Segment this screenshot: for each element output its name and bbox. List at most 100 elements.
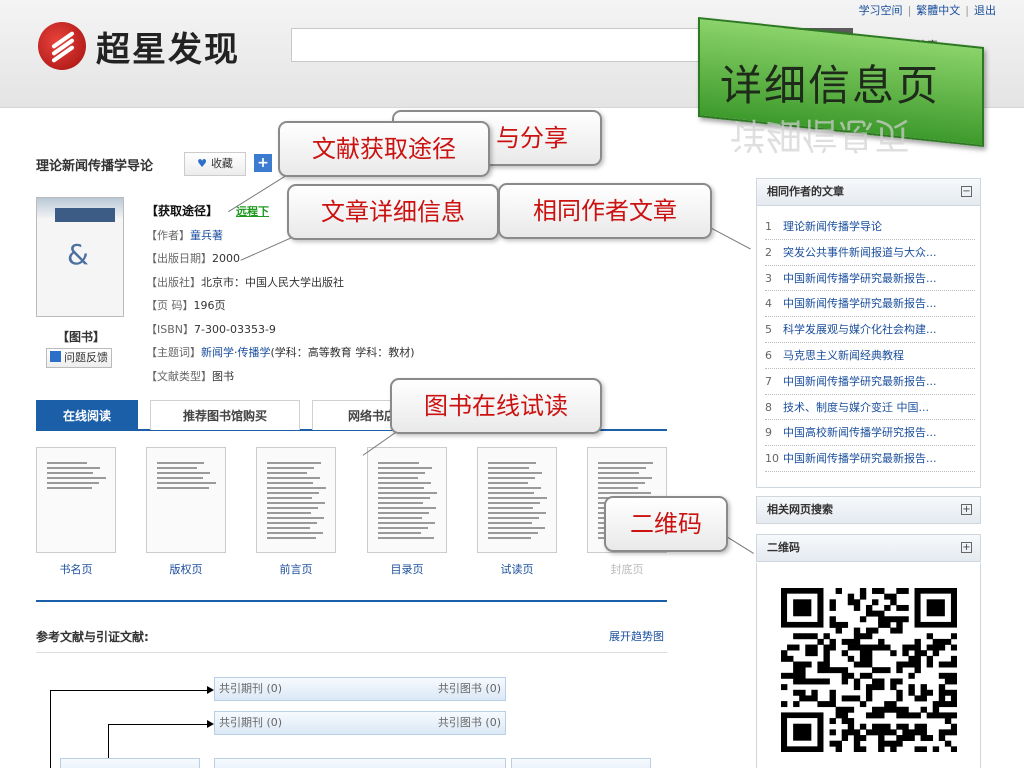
thumbnail-page[interactable]	[256, 447, 336, 553]
toplink-traditional-chinese[interactable]: 繁體中文	[916, 4, 960, 17]
book-title: 理论新闻传播学导论	[36, 159, 154, 174]
subject-link-journalism[interactable]: 新闻学	[201, 346, 234, 359]
item-number: 1	[765, 220, 772, 233]
acquire-label: 【获取途径】	[146, 204, 219, 218]
banner-title: 详细信息页	[720, 61, 941, 110]
thumbnail-label[interactable]: 书名页	[36, 561, 116, 577]
collapse-icon[interactable]: −	[961, 186, 972, 197]
item-number: 5	[765, 323, 772, 337]
article-link[interactable]: 科学发展观与媒介化社会构建...	[783, 323, 937, 336]
page-count: 196页	[193, 299, 226, 312]
callout-acquire-path: 文献获取途径	[278, 121, 490, 177]
article-link[interactable]: 马克思主义新闻经典教程	[783, 349, 904, 362]
book-cover[interactable]: &	[36, 197, 124, 317]
doc-type: 图书	[212, 369, 234, 383]
article-list: 1 理论新闻传播学导论 2 突发公共事件新闻报道与大众... 3 中国新闻传播学研究最新报…	[765, 214, 975, 472]
item-number: 9	[765, 426, 772, 440]
article-link[interactable]: 突发公共事件新闻报道与大众...	[783, 246, 937, 259]
callout-pointer	[724, 535, 754, 554]
qr-panel	[756, 563, 981, 768]
cite-box-partial[interactable]	[214, 758, 506, 768]
thumbnail-label[interactable]: 试读页	[477, 561, 557, 577]
thumbnail-label[interactable]: 前言页	[256, 561, 336, 577]
item-number: 2	[765, 245, 772, 259]
same-author-panel-header[interactable]: 相同作者的文章 −	[756, 178, 981, 206]
toplink-logout[interactable]: 退出	[974, 4, 996, 17]
edit-icon	[50, 351, 61, 362]
related-web-panel-header[interactable]: 相关网页搜索 +	[756, 496, 981, 524]
tree-line	[50, 690, 51, 768]
remote-download-link[interactable]: 远程下	[236, 205, 269, 218]
item-number: 4	[765, 297, 772, 311]
cite-row[interactable]: 共引期刊 (0) 共引图书 (0)	[214, 711, 506, 735]
toplink-study-space[interactable]: 学习空间	[859, 4, 903, 17]
arrow-icon	[207, 720, 214, 728]
list-item[interactable]: 5 科学发展观与媒介化社会构建...	[765, 317, 975, 343]
publish-date: 2000	[212, 252, 240, 265]
thumbnail-page[interactable]	[36, 447, 116, 553]
thumbnail-page[interactable]	[477, 447, 557, 553]
expand-icon[interactable]: +	[961, 542, 972, 553]
thumbnail-page[interactable]	[367, 447, 447, 553]
references-title: 参考文献与引证文献:	[36, 630, 149, 644]
tree-line	[50, 690, 208, 691]
list-item[interactable]: 1 理论新闻传播学导论	[765, 214, 975, 240]
item-number: 7	[765, 374, 772, 388]
list-item[interactable]: 7 中国新闻传播学研究最新报告...	[765, 369, 975, 395]
heart-icon: ♥	[197, 157, 207, 170]
article-link[interactable]: 中国高校新闻传播学研究报告...	[783, 426, 937, 439]
article-link[interactable]: 理论新闻传播学导论	[783, 220, 882, 233]
cite-box-partial[interactable]	[511, 758, 651, 768]
item-number: 8	[765, 400, 772, 414]
list-item[interactable]: 9 中国高校新闻传播学研究报告...	[765, 420, 975, 447]
list-item[interactable]: 8 技术、制度与媒介变迁 中国...	[765, 395, 975, 421]
author-link[interactable]: 童兵著	[190, 229, 223, 242]
expand-icon[interactable]: +	[961, 504, 972, 515]
logo-text[interactable]: 超星发现	[96, 22, 240, 71]
callout-online-read: 图书在线试读	[390, 378, 602, 434]
article-link[interactable]: 中国新闻传播学研究最新报告...	[783, 272, 937, 285]
qr-code-icon	[781, 588, 957, 752]
list-item[interactable]: 4 中国新闻传播学研究最新报告...	[765, 291, 975, 318]
references-underline	[36, 652, 667, 653]
favorite-button[interactable]: ♥ 收藏	[184, 152, 246, 176]
subject-link-communication[interactable]: 传播学	[238, 346, 271, 359]
list-item[interactable]: 6 马克思主义新闻经典教程	[765, 343, 975, 369]
item-number: 10	[765, 452, 779, 466]
section-divider	[36, 600, 667, 602]
list-item[interactable]: 2 突发公共事件新闻报道与大众...	[765, 240, 975, 266]
article-link[interactable]: 中国新闻传播学研究最新报告...	[783, 375, 937, 388]
article-link[interactable]: 中国新闻传播学研究最新报告...	[783, 297, 937, 310]
thumbnail-label[interactable]: 版权页	[146, 561, 226, 577]
list-item[interactable]: 10 中国新闻传播学研究最新报告...	[765, 446, 975, 472]
callout-same-author: 相同作者文章	[498, 183, 712, 239]
publisher: 北京市：中国人民大学出版社	[201, 275, 344, 289]
same-author-panel: 1 理论新闻传播学导论 2 突发公共事件新闻报道与大众... 3 中国新闻传播学研究最新报…	[756, 206, 981, 488]
cite-row[interactable]: 共引期刊 (0) 共引图书 (0)	[214, 677, 506, 701]
item-number: 6	[765, 348, 772, 362]
thumbnail-label[interactable]: 目录页	[367, 561, 447, 577]
list-item[interactable]: 3 中国新闻传播学研究最新报告...	[765, 266, 975, 292]
logo-icon[interactable]	[38, 22, 86, 70]
book-type-label: 【图书】	[57, 330, 106, 344]
cite-box-partial[interactable]	[60, 758, 200, 768]
thumbnail-label[interactable]: 封底页	[587, 561, 667, 577]
article-link[interactable]: 中国新闻传播学研究最新报告...	[783, 452, 937, 465]
callout-article-detail: 文章详细信息	[287, 184, 499, 240]
feedback-button[interactable]: 问题反馈	[46, 348, 112, 368]
callout-qr-code: 二维码	[604, 496, 728, 552]
arrow-icon	[207, 686, 214, 694]
isbn: 7-300-03353-9	[194, 322, 276, 336]
banner-title-reflection: 详细信息页	[730, 114, 911, 155]
item-number: 3	[765, 271, 772, 285]
article-link[interactable]: 技术、制度与媒介变迁 中国...	[783, 401, 929, 414]
tab-recommend-library[interactable]: 推荐图书馆购买	[150, 400, 300, 430]
thumbnail-page[interactable]	[146, 447, 226, 553]
top-links: 学习空间 | 繁體中文 | 退出	[858, 4, 996, 17]
qr-panel-header[interactable]: 二维码 +	[756, 534, 981, 562]
tree-line	[108, 724, 208, 725]
share-plus-button[interactable]: +	[254, 154, 272, 172]
callout-pointer	[711, 228, 751, 250]
trend-chart-link[interactable]: 展开趋势图	[609, 628, 664, 644]
tab-online-read[interactable]: 在线阅读	[36, 400, 138, 430]
